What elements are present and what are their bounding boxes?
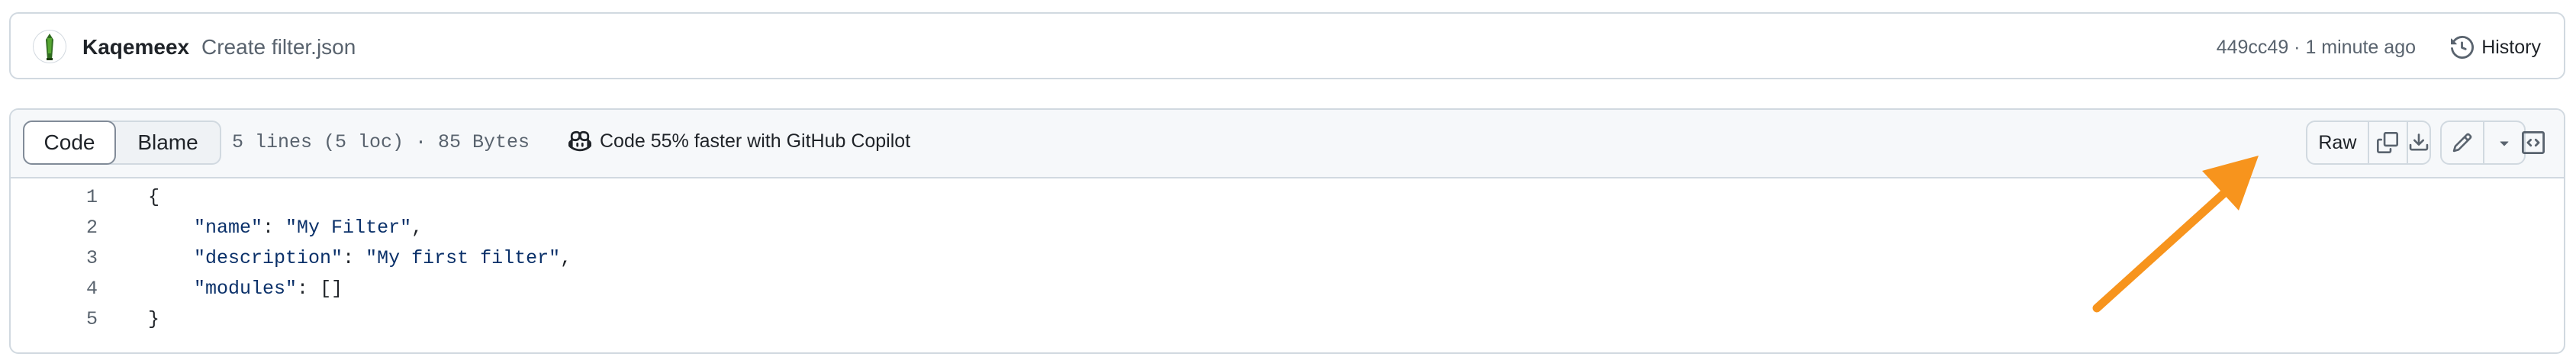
json-key: "name" [194, 217, 263, 239]
json-value: } [148, 308, 160, 330]
file-viewer: Code Blame 5 lines (5 loc) · 85 Bytes Co… [9, 108, 2565, 354]
code-line[interactable]: 2 "name": "My Filter", [11, 217, 2564, 247]
commit-author[interactable]: Kaqemeex [82, 35, 189, 59]
raw-copy-download-group: Raw [2306, 121, 2431, 165]
json-separator: : [297, 278, 320, 300]
line-number[interactable]: 1 [11, 186, 98, 208]
json-value: { [148, 186, 160, 208]
json-separator: : [262, 217, 286, 239]
tab-code[interactable]: Code [23, 121, 116, 165]
line-number[interactable]: 3 [11, 247, 98, 269]
download-button[interactable] [2408, 122, 2429, 163]
json-value: [] [320, 278, 343, 300]
line-number[interactable]: 5 [11, 308, 98, 330]
copilot-link[interactable]: Code 55% faster with GitHub Copilot [568, 130, 910, 153]
copy-raw-button[interactable] [2369, 122, 2408, 163]
json-key: "modules" [194, 278, 298, 300]
json-value: "My first filter" [365, 247, 561, 269]
author-avatar[interactable] [34, 31, 66, 63]
code-square-icon [2522, 131, 2545, 154]
copilot-text: Code 55% faster with GitHub Copilot [600, 130, 911, 152]
line-content: } [148, 308, 159, 330]
pencil-icon [2452, 132, 2473, 153]
code-line[interactable]: 1{ [11, 186, 2564, 217]
file-info: 5 lines (5 loc) · 85 Bytes [232, 131, 530, 153]
json-comma: , [560, 247, 572, 269]
line-number[interactable]: 2 [11, 217, 98, 239]
triangle-down-icon [2495, 133, 2513, 152]
code-line[interactable]: 3 "description": "My first filter", [11, 247, 2564, 278]
raw-button[interactable]: Raw [2307, 122, 2369, 163]
line-content: "name": "My Filter", [148, 217, 423, 239]
line-content: "modules": [] [148, 278, 343, 300]
commit-message[interactable]: Create filter.json [201, 35, 356, 59]
json-value: "My Filter" [285, 217, 412, 239]
line-content: { [148, 186, 159, 208]
history-button[interactable]: History [2451, 32, 2541, 63]
code-content[interactable]: 1{2 "name": "My Filter", 3 "description":… [11, 186, 2564, 339]
code-line[interactable]: 5} [11, 308, 2564, 339]
edit-file-button[interactable] [2442, 122, 2484, 163]
tab-blame[interactable]: Blame [116, 122, 220, 163]
symbols-panel-button[interactable] [2513, 121, 2553, 165]
copy-icon [2377, 132, 2399, 153]
latest-commit-bar: Kaqemeex Create filter.json 449cc49 · 1 … [9, 12, 2565, 79]
download-icon [2408, 132, 2429, 153]
json-key: "description" [194, 247, 343, 269]
history-label: History [2481, 36, 2541, 58]
line-number[interactable]: 4 [11, 278, 98, 300]
copilot-icon [568, 130, 592, 153]
commit-sha-and-time[interactable]: 449cc49 · 1 minute ago [2217, 37, 2416, 59]
history-icon [2451, 36, 2475, 59]
json-comma: , [411, 217, 423, 239]
view-mode-toggle: Code Blame [23, 121, 221, 165]
line-content: "description": "My first filter", [148, 247, 572, 269]
file-header: Code Blame 5 lines (5 loc) · 85 Bytes Co… [11, 110, 2564, 178]
code-line[interactable]: 4 "modules": [] [11, 278, 2564, 308]
json-separator: : [343, 247, 366, 269]
